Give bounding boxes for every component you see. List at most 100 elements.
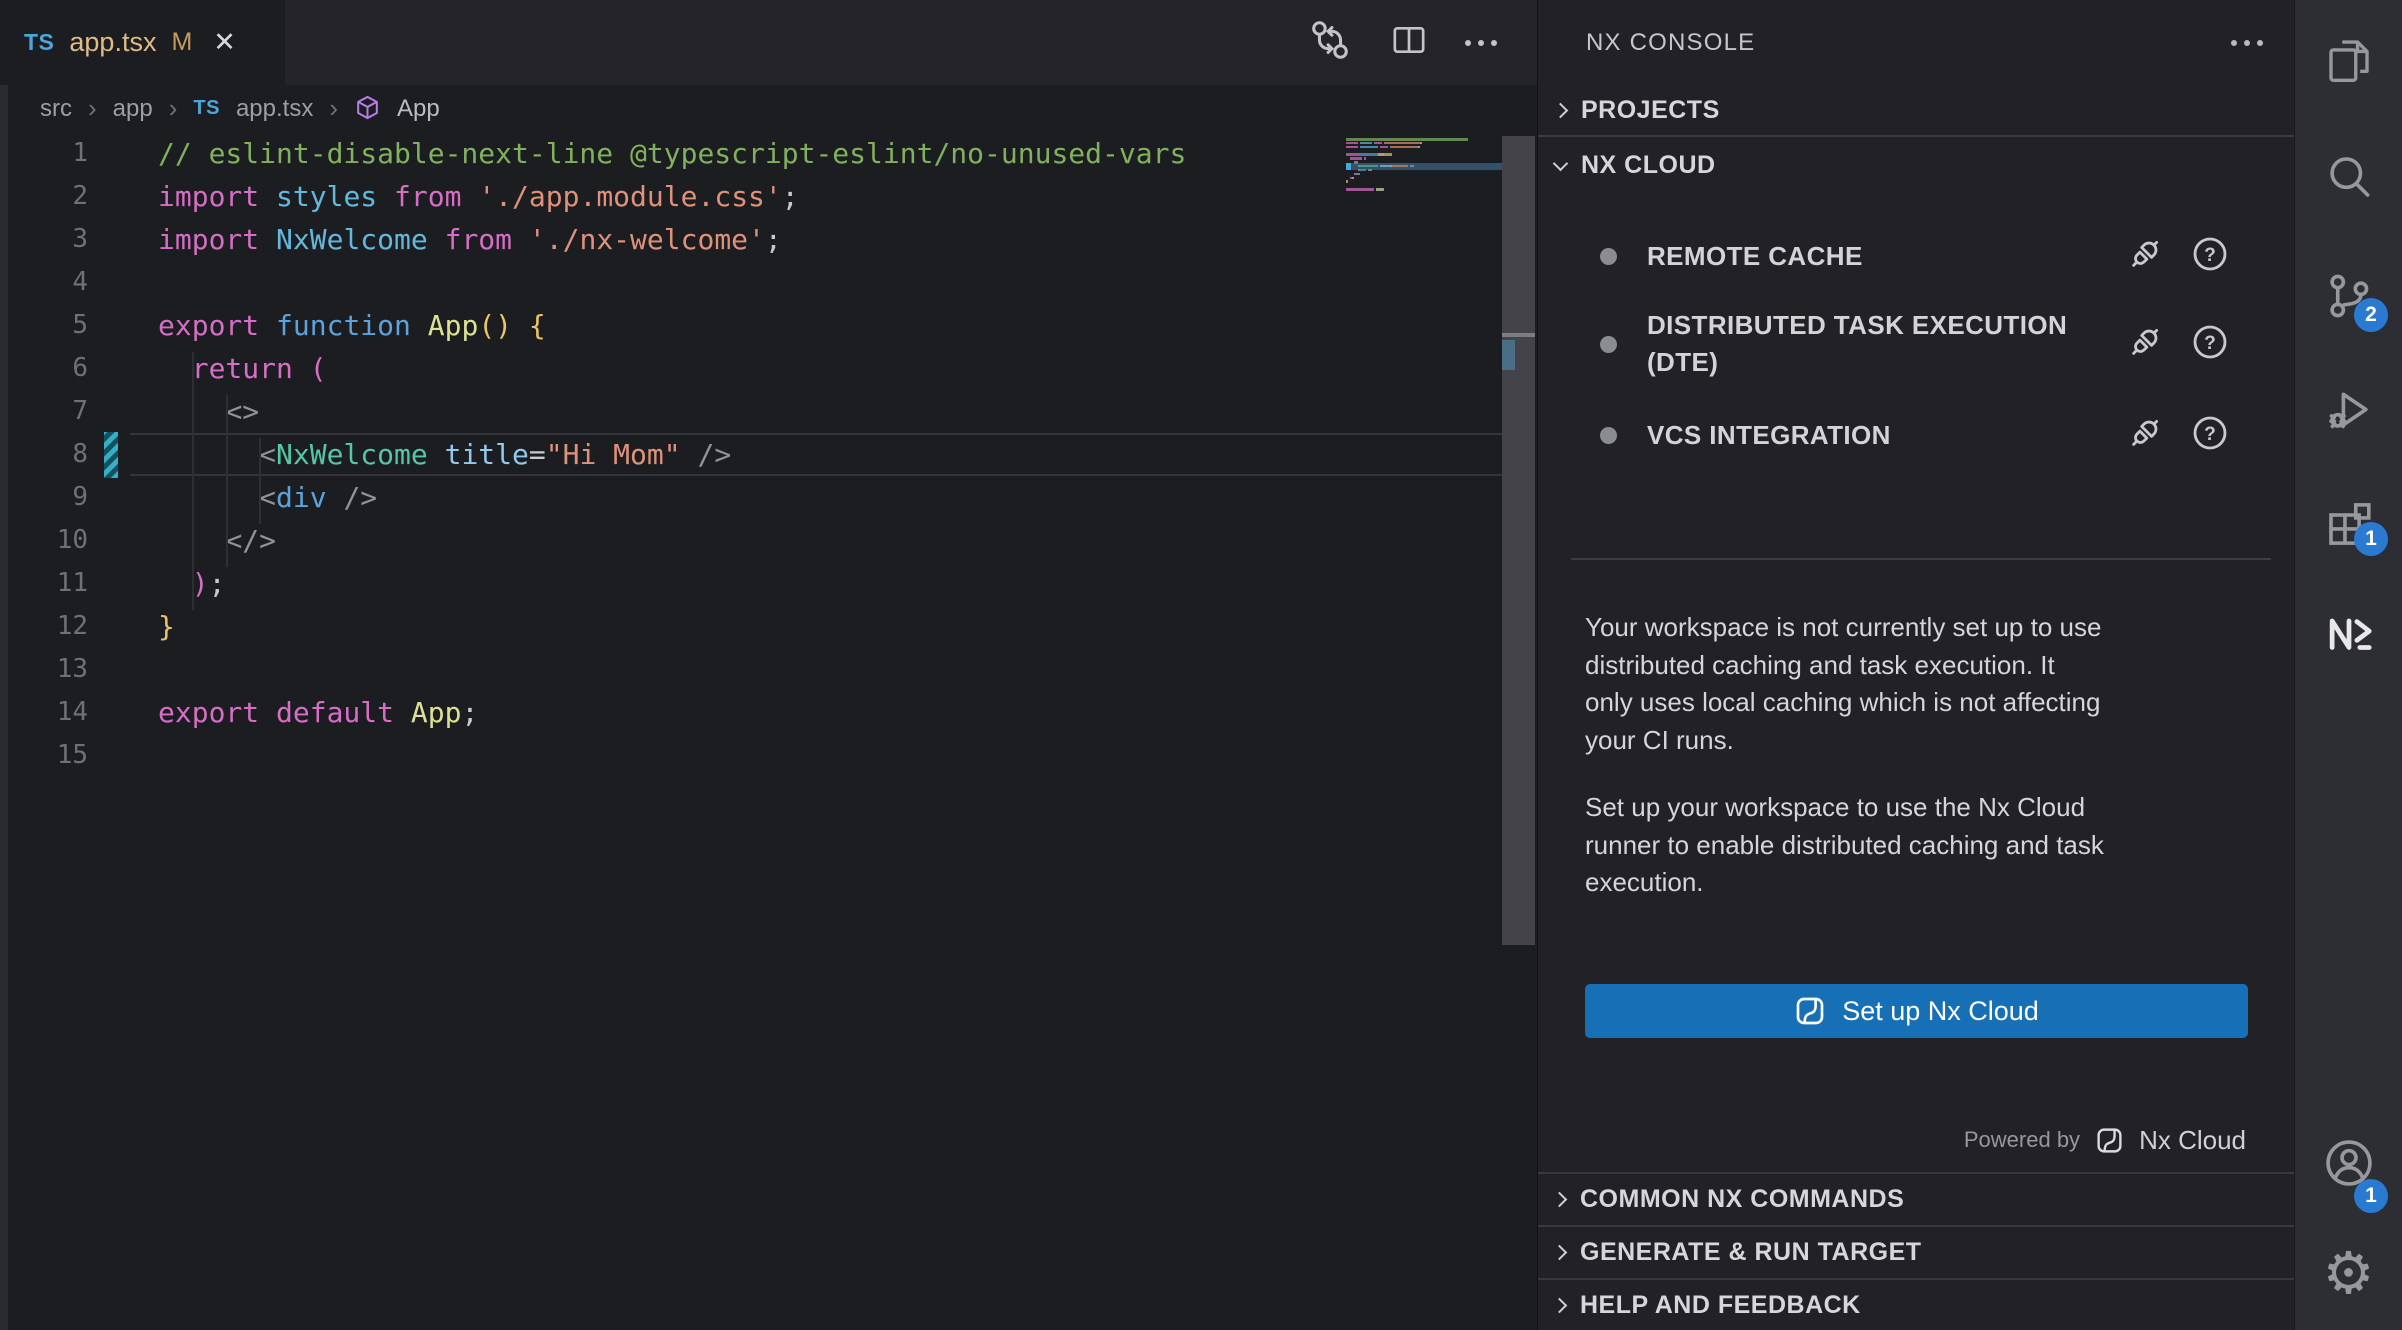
minimap-code-bar (1420, 142, 1422, 145)
setup-nx-cloud-button[interactable]: Set up Nx Cloud (1585, 984, 2248, 1038)
minimap-code-bar (1382, 188, 1384, 191)
section-common-nx-commands[interactable]: COMMON NX COMMANDS (1538, 1172, 2294, 1225)
code-text: <div /> (158, 476, 377, 519)
symbol-class-icon (354, 94, 381, 124)
connect-plug-icon[interactable] (2124, 412, 2166, 459)
powered-brand-label: Nx Cloud (2139, 1125, 2246, 1156)
breadcrumb-app[interactable]: app (113, 95, 153, 123)
breadcrumb-separator: › (88, 93, 97, 124)
minimap-code-bar (1364, 157, 1366, 160)
nx-console-panel: NX CONSOLE PROJECTS NX CLOUD REMOTE CACH… (1537, 0, 2294, 1330)
code-line-3[interactable]: 3import NxWelcome from './nx-welcome'; (0, 218, 1502, 261)
code-text: } (158, 605, 175, 648)
minimap-code-bar (1380, 146, 1388, 149)
breadcrumb-file[interactable]: app.tsx (236, 95, 313, 123)
settings-gear-icon[interactable]: ⚙ (2323, 1244, 2375, 1302)
divider (1571, 558, 2271, 560)
code-line-6[interactable]: 6 return ( (0, 347, 1502, 390)
cloud-item-dte: DISTRIBUTED TASK EXECUTION (DTE) ? (1538, 298, 2294, 390)
help-icon[interactable]: ? (2190, 234, 2230, 279)
code-line-14[interactable]: 14export default App; (0, 691, 1502, 734)
panel-header: NX CONSOLE (1538, 0, 2294, 85)
code-line-1[interactable]: 1// eslint-disable-next-line @typescript… (0, 132, 1502, 175)
editor-more-actions-icon[interactable] (1465, 40, 1497, 46)
code-line-12[interactable]: 12} (0, 605, 1502, 648)
run-debug-icon[interactable] (2322, 383, 2376, 442)
code-line-2[interactable]: 2import styles from './app.module.css'; (0, 175, 1502, 218)
minimap-code-bar (1354, 173, 1360, 176)
breadcrumb-separator: › (329, 93, 338, 124)
line-number: 14 (0, 691, 88, 734)
code-line-4[interactable]: 4 (0, 261, 1502, 304)
explorer-icon[interactable] (2322, 33, 2376, 92)
section-generate-run-target[interactable]: GENERATE & RUN TARGET (1538, 1225, 2294, 1278)
connect-plug-icon[interactable] (2124, 321, 2166, 368)
code-text: import styles from './app.module.css'; (158, 175, 799, 218)
minimap-code-bar (1368, 169, 1372, 172)
code-line-5[interactable]: 5export function App() { (0, 304, 1502, 347)
split-editor-icon[interactable] (1389, 20, 1429, 65)
open-changes-icon[interactable] (1307, 17, 1353, 68)
minimap-code-bar (1418, 146, 1420, 149)
minimap-code-bar (1360, 142, 1372, 145)
chevron-down-icon (1553, 155, 1569, 171)
line-number: 11 (0, 562, 88, 605)
code-line-13[interactable]: 13 (0, 648, 1502, 691)
tab-app-tsx[interactable]: TS app.tsx M ✕ (0, 0, 285, 85)
minimap-code-bar (1390, 146, 1418, 149)
line-number: 3 (0, 218, 88, 261)
section-projects[interactable]: PROJECTS (1538, 86, 2294, 137)
nx-cloud-logo-icon (1794, 995, 1826, 1027)
cloud-item-vcs-integration: VCS INTEGRATION ? (1538, 399, 2294, 471)
breadcrumb-symbol[interactable]: App (397, 95, 440, 123)
minimap-code-bar (1380, 165, 1390, 168)
scrollbar-slider-edge (1502, 333, 1535, 337)
minimap-code-bar (1374, 142, 1382, 145)
editor-scrollbar[interactable] (1502, 136, 1535, 945)
line-number: 6 (0, 347, 88, 390)
activity-bar: 2 1 1 ⚙ (2294, 0, 2402, 1330)
source-control-badge: 2 (2354, 298, 2388, 332)
minimap-code-bar (1350, 157, 1362, 160)
line-number: 12 (0, 605, 88, 648)
panel-more-actions-icon[interactable] (2231, 0, 2263, 85)
line-number: 1 (0, 132, 88, 175)
minimap-code-bar (1346, 142, 1358, 145)
cloud-item-label: REMOTE CACHE (1647, 238, 2087, 275)
search-icon[interactable] (2322, 150, 2376, 209)
minimap-code-bar (1346, 180, 1348, 183)
overview-modified-marker (1502, 340, 1515, 370)
setup-button-label: Set up Nx Cloud (1842, 996, 2039, 1027)
minimap-code-bar (1352, 177, 1354, 180)
panel-title: NX CONSOLE (1586, 0, 1755, 85)
minimap[interactable] (1346, 138, 1503, 268)
editor-actions (1307, 0, 1497, 85)
status-dot (1600, 427, 1617, 444)
help-icon[interactable]: ? (2190, 322, 2230, 367)
code-text: <> (158, 390, 259, 433)
minimap-code-bar (1360, 165, 1378, 168)
cloud-item-remote-cache: REMOTE CACHE ? (1538, 220, 2294, 292)
minimap-code-bar (1360, 169, 1366, 172)
minimap-code-bar (1346, 153, 1360, 156)
code-line-11[interactable]: 11 ); (0, 562, 1502, 605)
breadcrumb: src › app › TS app.tsx › App (40, 85, 440, 132)
section-help-and-feedback[interactable]: HELP AND FEEDBACK (1538, 1278, 2294, 1330)
breadcrumb-src[interactable]: src (40, 95, 72, 123)
connect-plug-icon[interactable] (2124, 233, 2166, 280)
code-line-15[interactable]: 15 (0, 734, 1502, 777)
gutter-modified-indicator (104, 432, 118, 478)
indent-guide (259, 438, 261, 524)
svg-text:?: ? (2204, 333, 2216, 354)
minimap-code-bar (1346, 188, 1374, 191)
powered-by-label: Powered by (1964, 1127, 2080, 1153)
minimap-code-bar (1384, 142, 1420, 145)
minimap-code-bar (1360, 153, 1378, 156)
code-text: return ( (158, 347, 327, 390)
nx-console-icon[interactable] (2322, 607, 2376, 666)
section-nx-cloud[interactable]: NX CLOUD (1538, 139, 2294, 191)
svg-text:?: ? (2204, 245, 2216, 266)
tab-close-icon[interactable]: ✕ (213, 27, 236, 58)
status-dot (1600, 336, 1617, 353)
help-icon[interactable]: ? (2190, 413, 2230, 458)
